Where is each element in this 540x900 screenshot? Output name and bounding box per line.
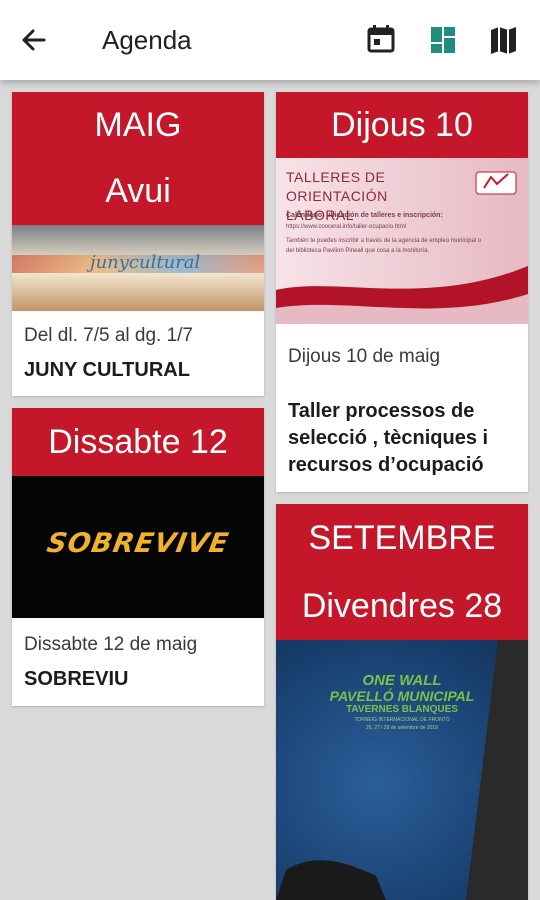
event-image: ONE WALL PAVELLÓ MUNICIPAL TAVERNES BLAN… <box>276 640 528 900</box>
card-date-header: Dissabte 12 <box>12 408 264 476</box>
card-month: SETEMBRE <box>308 519 496 557</box>
card-date-text: Dissabte 12 de maig <box>24 634 198 655</box>
grid-view-icon[interactable] <box>424 21 462 59</box>
event-image: junycultural <box>12 225 264 311</box>
card-title: Taller processos de selecció , tècniques… <box>288 400 489 476</box>
image-line-4: TORNEIG INTERNACIONAL DE FRONTÓ <box>354 717 450 723</box>
map-icon[interactable] <box>485 21 523 59</box>
card-date-header: Dijous 10 <box>276 92 528 158</box>
image-body-text: También te puedes inscribir a través de … <box>286 238 482 254</box>
card-date-text: Del dl. 7/5 al dg. 1/7 <box>24 325 193 346</box>
card-title: JUNY CULTURAL <box>24 359 190 381</box>
card-date-header: SETEMBRE Divendres 28 <box>276 504 528 640</box>
app-bar: Agenda <box>0 0 540 80</box>
image-line-5: 26, 27 i 28 de setembre de 2018 <box>366 725 438 731</box>
image-logo-text: junycultural <box>90 252 201 273</box>
card-day: Dissabte 12 <box>48 423 228 461</box>
card-month: MAIG <box>94 106 182 144</box>
card-date-header: MAIG Avui <box>12 92 264 225</box>
event-image: SOBREVIVE <box>12 476 264 618</box>
card-day: Divendres 28 <box>301 587 503 625</box>
card-day: Avui <box>105 172 171 210</box>
image-line-1: ONE WALL <box>362 672 442 689</box>
card-day: Dijous 10 <box>331 106 473 144</box>
card-date-text: Dijous 10 de maig <box>288 346 441 367</box>
calendar-icon[interactable] <box>362 21 400 59</box>
page-title: Agenda <box>102 25 192 55</box>
image-subheading: Calendario, ubicación de talleres e insc… <box>286 212 443 219</box>
image-line-2: PAVELLÓ MUNICIPAL <box>329 688 475 704</box>
event-image: TALLERES DE ORIENTACIÓN LABORAL Calendar… <box>276 158 528 324</box>
card-title: SOBREVIU <box>24 668 129 690</box>
event-card[interactable]: SETEMBRE Divendres 28 ONE WALL PAVELLÓ M… <box>276 504 528 900</box>
event-card[interactable]: Dijous 10 TALLERES DE ORIENTACIÓN LABORA… <box>276 92 528 492</box>
image-logo-text: SOBREVIVE <box>44 528 232 559</box>
arrow-back-icon[interactable] <box>14 20 54 60</box>
event-card[interactable]: Dissabte 12 SOBREVIVE Dissabte 12 de mai… <box>12 408 264 706</box>
image-line-3: TAVERNES BLANQUES <box>346 704 458 715</box>
image-url: https://www.cooceral.info/taller-ocupaci… <box>286 224 407 230</box>
event-card[interactable]: MAIG Avui junycultural Del dl. 7/5 al dg… <box>12 92 264 396</box>
